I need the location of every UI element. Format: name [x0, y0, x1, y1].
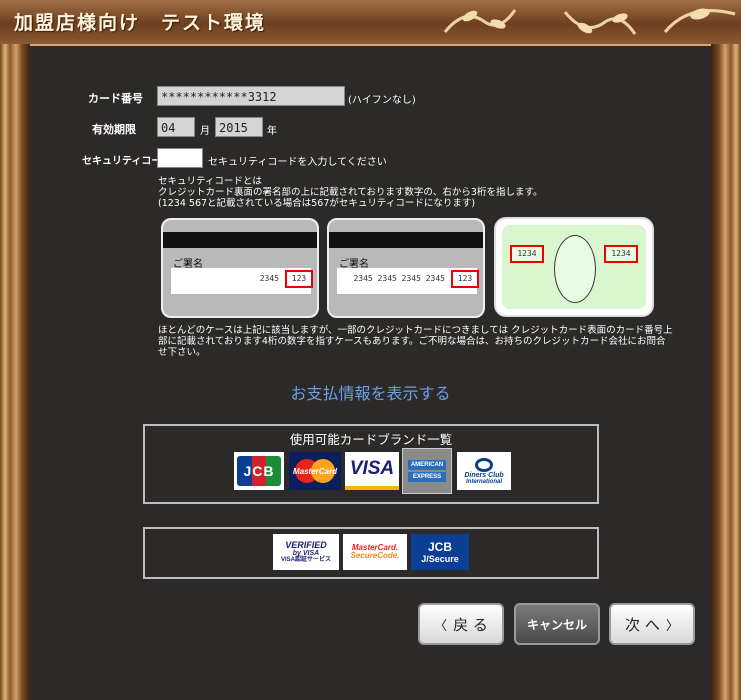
front-code-right: 1234: [604, 245, 638, 263]
card-brands-title: 使用可能カードブランド一覧: [289, 432, 453, 447]
security-code-hint: セキュリティコードを入力してください: [208, 157, 387, 168]
amex-text-bottom: EXPRESS: [408, 472, 446, 482]
month-unit: 月: [200, 126, 210, 137]
window-title: 加盟店様向け テスト環境: [14, 12, 267, 34]
chevron-right-icon: 〉: [665, 618, 679, 634]
verified-line2: by VISA: [292, 550, 320, 557]
security-code-footnote: ほとんどのケースは上記に該当しますが、一部のクレジットカードにつきましては クレ…: [158, 325, 673, 358]
card-back-example-1: ご署名 2345 123: [161, 218, 319, 318]
year-unit: 年: [267, 126, 277, 137]
diners-logo: Diners Club International: [457, 452, 511, 490]
next-button-label: 次 へ: [625, 615, 660, 634]
back-button-label: 戻 る: [453, 615, 488, 634]
magnetic-stripe: [329, 232, 483, 248]
card-number-field[interactable]: ************3312: [157, 86, 345, 106]
cvv-highlight: 123: [285, 270, 313, 288]
mc-line2: SecureCode.: [350, 551, 400, 560]
next-button[interactable]: 次 へ 〉: [609, 603, 695, 645]
cvv-highlight: 123: [451, 270, 479, 288]
card-brands-panel: 使用可能カードブランド一覧 JCB MasterCard VISA AMERIC…: [143, 424, 599, 504]
security-code-explanation: セキュリティコードとは クレジットカード裏面の署名部の上に記載されております数字…: [158, 176, 543, 209]
card-back-example-2: ご署名 2345 2345 2345 2345 123: [327, 218, 485, 318]
leaf-ornament-icon: [663, 8, 736, 33]
amex-text-top: AMERICAN: [408, 460, 446, 470]
verified-by-visa-logo: VERIFIED by VISA VISA認証サービス: [273, 534, 339, 570]
jcb-logo: JCB: [234, 452, 284, 490]
diners-text-bottom: International: [465, 478, 502, 485]
jcb-text: JCB: [243, 463, 275, 479]
chevron-left-icon: 〈: [434, 618, 448, 634]
mastercard-logo: MasterCard: [289, 452, 341, 490]
right-pillar: [711, 44, 741, 700]
jcb-secure-line1: JCB: [427, 539, 452, 554]
jcb-jsecure-logo: JCB J/Secure: [411, 534, 469, 570]
card-front-example: 1234 1234: [494, 217, 654, 317]
jcb-secure-line2: J/Secure: [421, 553, 459, 564]
left-pillar: [0, 44, 30, 700]
security-code-input[interactable]: [157, 148, 203, 168]
front-code-left: 1234: [510, 245, 544, 263]
verified-line1: VERIFIED: [285, 540, 327, 550]
back-button[interactable]: 〈 戻 る: [418, 603, 504, 645]
card-emblem: [554, 235, 596, 303]
verified-line3: VISA認証サービス: [280, 557, 331, 563]
card-number-digits: 2345: [259, 274, 279, 283]
diners-text-top: Diners Club: [464, 471, 504, 479]
amex-logo: AMERICAN EXPRESS: [402, 448, 452, 494]
card-number-label: カード番号: [88, 92, 143, 105]
mastercard-text: MasterCard: [292, 466, 337, 476]
card-number-hint: (ハイフンなし): [348, 95, 416, 106]
secure-programs-panel: VERIFIED by VISA VISA認証サービス MasterCard. …: [143, 527, 599, 579]
visa-logo: VISA: [345, 452, 399, 490]
leaf-ornament-icon: [443, 9, 517, 33]
cancel-button-label: キャンセル: [526, 617, 587, 632]
magnetic-stripe: [163, 232, 317, 248]
show-payment-info-link[interactable]: お支払情報を表示する: [30, 380, 711, 404]
leaf-ornament-icon: [563, 11, 637, 35]
main-content: カード番号 ************3312 (ハイフンなし) 有効期限 04 …: [30, 46, 711, 700]
card-number-digits: 2345 2345 2345 2345: [353, 274, 445, 283]
expiry-year-field[interactable]: 2015: [215, 117, 263, 137]
expiry-label: 有効期限: [92, 123, 136, 136]
expiry-month-field[interactable]: 04: [157, 117, 195, 137]
title-bar: 加盟店様向け テスト環境: [0, 0, 741, 46]
cancel-button[interactable]: キャンセル: [514, 603, 600, 645]
mastercard-securecode-logo: MasterCard. SecureCode.: [343, 534, 407, 570]
